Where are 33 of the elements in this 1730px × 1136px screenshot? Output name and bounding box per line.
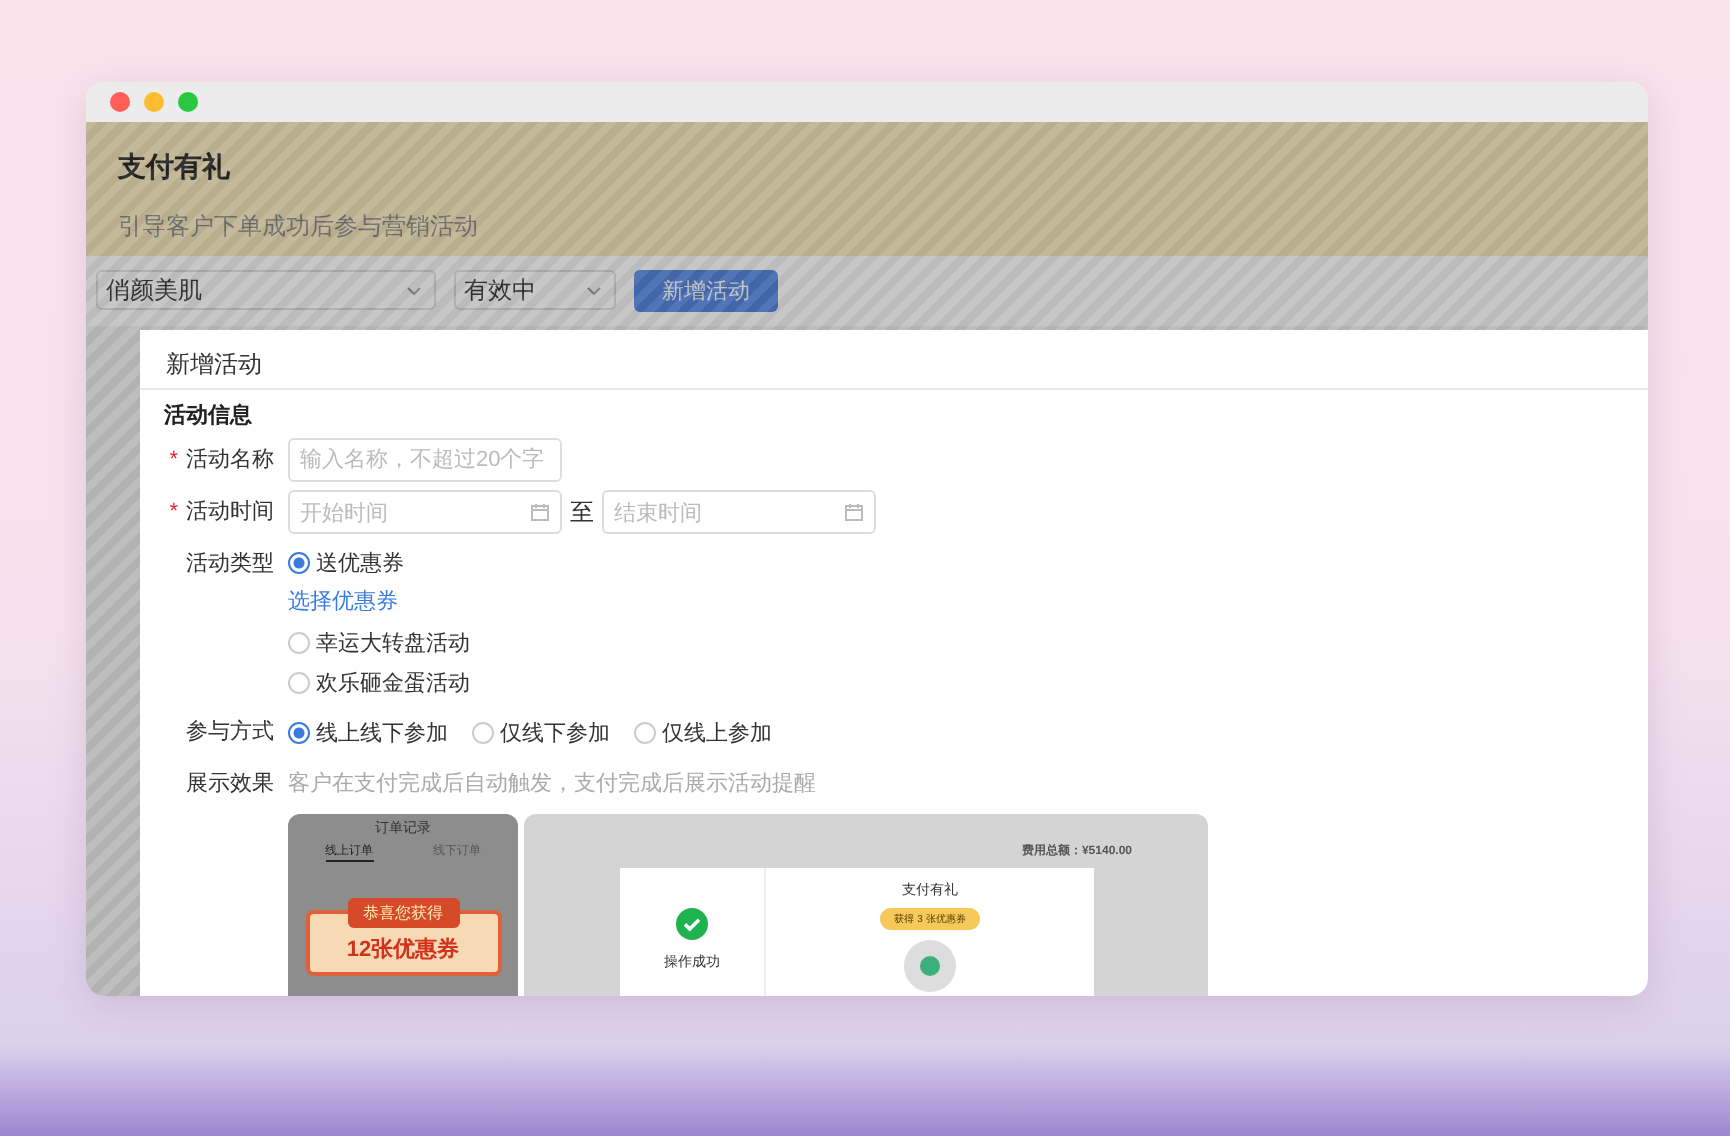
page-subtitle: 引导客户下单成功后参与营销活动 — [118, 210, 480, 244]
shop-select[interactable]: 俏颜美肌 — [96, 270, 436, 310]
minimize-icon[interactable] — [144, 92, 164, 112]
prize-text: 12张优惠券 — [346, 935, 460, 964]
check-circle-icon — [676, 908, 708, 940]
hint-text: 客户在支付完成后自动触发，支付完成后展示活动提醒 — [288, 769, 818, 800]
calendar-icon — [530, 502, 550, 522]
field-label: * 活动时间 — [167, 498, 274, 528]
radio-option[interactable]: 欢乐砸金蛋活动 — [288, 662, 1608, 702]
field-label: 参与方式 — [184, 717, 274, 748]
name-input[interactable]: 输入名称，不超过20个字 — [288, 438, 562, 482]
radio-option[interactable]: 送优惠券 — [288, 542, 1608, 582]
required-mark: * — [169, 448, 178, 472]
chevron-down-icon — [406, 285, 422, 295]
section-title: 活动信息 — [164, 401, 254, 430]
dialog-title: 新增活动 — [140, 330, 1648, 390]
close-icon[interactable] — [110, 92, 130, 112]
chevron-down-icon — [586, 285, 602, 295]
range-separator: 至 — [570, 495, 594, 529]
page-title: 支付有礼 — [118, 150, 232, 186]
calendar-icon — [844, 502, 864, 522]
field-label: 展示效果 — [184, 770, 274, 800]
required-mark: * — [169, 500, 178, 524]
field-label: 活动类型 — [184, 550, 274, 580]
radio-option[interactable]: 仅线上参加 — [634, 712, 772, 752]
status-select[interactable]: 有效中 — [454, 270, 616, 310]
radio-option[interactable]: 仅线下参加 — [472, 712, 610, 752]
gift-banner: 恭喜您获得 — [347, 898, 459, 928]
select-coupon-link[interactable]: 选择优惠券 — [288, 590, 398, 614]
field-label: * 活动名称 — [167, 446, 274, 476]
radio-option[interactable]: 线上线下参加 — [288, 712, 448, 752]
maximize-icon[interactable] — [178, 92, 198, 112]
radio-option[interactable]: 幸运大转盘活动 — [288, 622, 1608, 662]
